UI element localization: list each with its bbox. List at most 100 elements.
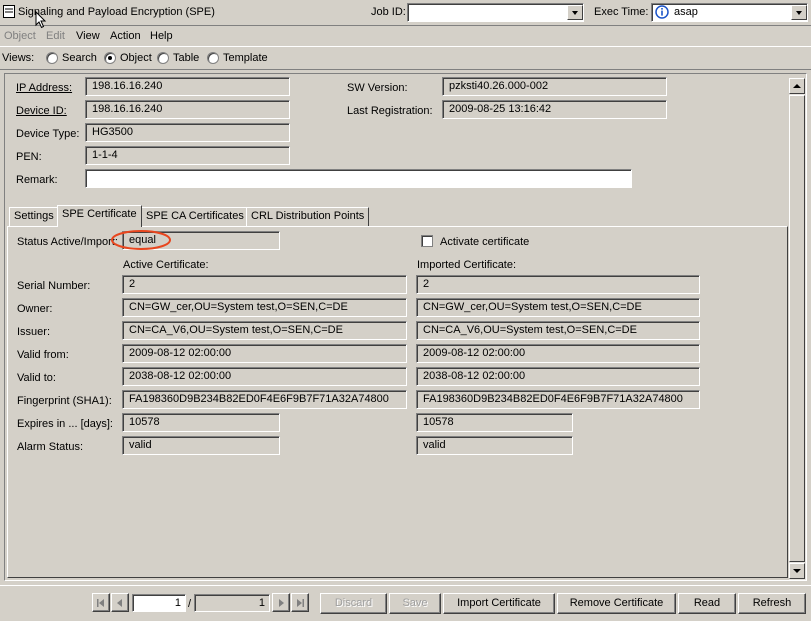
job-id-dropdown-button[interactable] <box>567 5 583 20</box>
remove-certificate-button[interactable]: Remove Certificate <box>557 593 676 614</box>
tab-spe-certificate-label: SPE Certificate <box>62 208 137 220</box>
pen-field[interactable]: 1-1-4 <box>85 146 290 165</box>
imported-owner-value: CN=GW_cer,OU=System test,O=SEN,C=DE <box>423 301 642 313</box>
exec-time-dropdown-button[interactable] <box>791 5 807 20</box>
active-owner-field[interactable]: CN=GW_cer,OU=System test,O=SEN,C=DE <box>122 298 407 317</box>
scroll-thumb[interactable] <box>789 95 805 562</box>
imported-certificate-header: Imported Certificate: <box>417 259 517 271</box>
status-label: Status Active/Import: <box>17 236 117 248</box>
menu-edit[interactable]: Edit <box>46 30 65 42</box>
menu-action[interactable]: Action <box>110 30 141 42</box>
last-page-button[interactable] <box>291 593 309 612</box>
active-valid-to-field[interactable]: 2038-08-12 02:00:00 <box>122 367 407 386</box>
active-alarm-status-value: valid <box>129 439 152 451</box>
imported-alarm-status-value: valid <box>423 439 446 451</box>
imported-alarm-status-field[interactable]: valid <box>416 436 573 455</box>
active-valid-from-field[interactable]: 2009-08-12 02:00:00 <box>122 344 407 363</box>
imported-valid-to-field[interactable]: 2038-08-12 02:00:00 <box>416 367 700 386</box>
discard-button[interactable]: Discard <box>320 593 387 614</box>
import-certificate-button[interactable]: Import Certificate <box>443 593 555 614</box>
window-title: Signaling and Payload Encryption (SPE) <box>18 6 215 18</box>
active-serial-number-field[interactable]: 2 <box>122 275 407 294</box>
imported-valid-to-value: 2038-08-12 02:00:00 <box>423 370 526 382</box>
imported-serial-number-field[interactable]: 2 <box>416 275 700 294</box>
activate-certificate-label[interactable]: Activate certificate <box>440 236 529 248</box>
views-radio-table[interactable] <box>157 52 169 64</box>
save-button[interactable]: Save <box>389 593 441 614</box>
active-expires-in-field[interactable]: 10578 <box>122 413 280 432</box>
active-fingerprint-value: FA198360D9B234B82ED0F4E6F9B7F71A32A74800 <box>129 393 389 405</box>
ip-address-field[interactable]: 198.16.16.240 <box>85 77 290 96</box>
imported-expires-in-field[interactable]: 10578 <box>416 413 573 432</box>
device-type-label: Device Type: <box>16 128 80 140</box>
tab-spe-ca-certificates-label: SPE CA Certificates <box>146 210 244 222</box>
views-option-table[interactable]: Table <box>173 52 199 64</box>
imported-owner-field[interactable]: CN=GW_cer,OU=System test,O=SEN,C=DE <box>416 298 700 317</box>
remark-input[interactable] <box>85 169 632 188</box>
previous-page-button[interactable] <box>111 593 129 612</box>
highlight-ellipse <box>111 230 171 250</box>
last-registration-field[interactable]: 2009-08-25 13:16:42 <box>442 100 667 119</box>
job-id-label: Job ID: <box>371 6 406 18</box>
active-issuer-value: CN=CA_V6,OU=System test,O=SEN,C=DE <box>129 324 343 336</box>
views-radio-template[interactable] <box>207 52 219 64</box>
last-page-icon <box>297 599 304 607</box>
ip-address-label: IP Address: <box>16 82 73 94</box>
page-total-value: 1 <box>258 597 265 609</box>
views-option-search[interactable]: Search <box>62 52 97 64</box>
active-certificate-header: Active Certificate: <box>123 259 209 271</box>
imported-valid-from-field[interactable]: 2009-08-12 02:00:00 <box>416 344 700 363</box>
active-fingerprint-field[interactable]: FA198360D9B234B82ED0F4E6F9B7F71A32A74800 <box>122 390 407 409</box>
refresh-button[interactable]: Refresh <box>738 593 806 614</box>
imported-issuer-field[interactable]: CN=CA_V6,OU=System test,O=SEN,C=DE <box>416 321 700 340</box>
scroll-up-button[interactable] <box>789 78 805 94</box>
alarm-status-label: Alarm Status: <box>17 441 84 453</box>
pen-value: 1-1-4 <box>92 149 118 161</box>
arrow-up-icon <box>793 84 801 88</box>
tab-settings[interactable]: Settings <box>9 207 59 226</box>
info-icon <box>655 5 669 19</box>
imported-fingerprint-field[interactable]: FA198360D9B234B82ED0F4E6F9B7F71A32A74800 <box>416 390 700 409</box>
tab-spe-ca-certificates[interactable]: SPE CA Certificates <box>141 207 249 226</box>
menu-object[interactable]: Object <box>4 30 36 42</box>
views-option-template[interactable]: Template <box>223 52 268 64</box>
device-id-value: 198.16.16.240 <box>92 103 163 115</box>
last-registration-value: 2009-08-25 13:16:42 <box>449 103 552 115</box>
job-id-combo[interactable] <box>407 3 584 22</box>
tab-spe-certificate[interactable]: SPE Certificate <box>57 205 142 227</box>
device-type-value: HG3500 <box>92 126 133 138</box>
scroll-down-button[interactable] <box>789 563 805 579</box>
sw-version-field[interactable]: pzksti40.26.000-002 <box>442 77 667 96</box>
pen-label: PEN: <box>16 151 42 163</box>
exec-time-combo[interactable]: asap <box>651 3 808 22</box>
arrow-down-icon <box>793 569 801 573</box>
device-id-field[interactable]: 198.16.16.240 <box>85 100 290 119</box>
views-option-object[interactable]: Object <box>120 52 152 64</box>
remark-label: Remark: <box>16 174 58 186</box>
views-radio-search[interactable] <box>46 52 58 64</box>
active-alarm-status-field[interactable]: valid <box>122 436 280 455</box>
device-type-field[interactable]: HG3500 <box>85 123 290 142</box>
page-total-field: 1 <box>194 594 270 612</box>
page-current-input[interactable]: 1 <box>132 594 186 612</box>
active-valid-from-value: 2009-08-12 02:00:00 <box>129 347 232 359</box>
tab-crl-distribution-points[interactable]: CRL Distribution Points <box>246 207 370 226</box>
activate-certificate-checkbox[interactable] <box>421 235 433 247</box>
imported-issuer-value: CN=CA_V6,OU=System test,O=SEN,C=DE <box>423 324 637 336</box>
views-radio-object[interactable] <box>104 52 116 64</box>
active-issuer-field[interactable]: CN=CA_V6,OU=System test,O=SEN,C=DE <box>122 321 407 340</box>
next-page-button[interactable] <box>272 593 290 612</box>
device-id-label: Device ID: <box>16 105 67 117</box>
first-page-button[interactable] <box>92 593 110 612</box>
read-button[interactable]: Read <box>678 593 736 614</box>
issuer-label: Issuer: <box>17 326 51 338</box>
active-owner-value: CN=GW_cer,OU=System test,O=SEN,C=DE <box>129 301 348 313</box>
fingerprint-label: Fingerprint (SHA1): <box>17 395 112 407</box>
app-icon <box>3 5 15 18</box>
vertical-scrollbar[interactable] <box>789 78 806 580</box>
sw-version-label: SW Version: <box>347 82 408 94</box>
menu-view[interactable]: View <box>76 30 100 42</box>
menu-help[interactable]: Help <box>150 30 173 42</box>
page-separator: / <box>188 598 192 610</box>
active-valid-to-value: 2038-08-12 02:00:00 <box>129 370 232 382</box>
